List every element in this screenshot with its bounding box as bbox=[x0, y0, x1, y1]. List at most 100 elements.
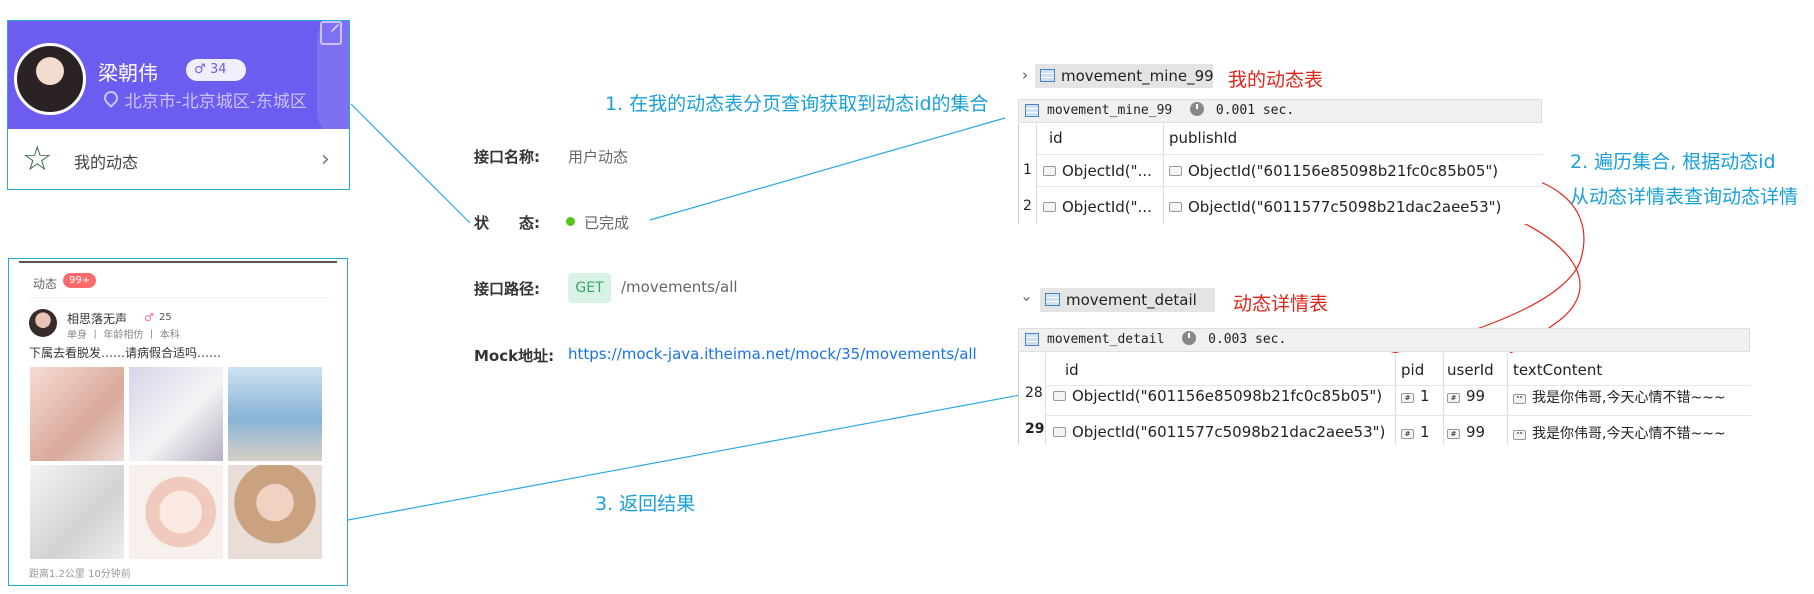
row-number: 2 bbox=[1023, 198, 1032, 214]
row-number: 1 bbox=[1023, 162, 1032, 178]
api-name-value: 用户动态 bbox=[568, 148, 629, 166]
post-author-meta: 单身 丨 年龄相仿 丨 本科 bbox=[67, 330, 180, 341]
chevron-right-icon: › bbox=[321, 147, 330, 172]
table-cell[interactable]: #1 bbox=[1401, 387, 1430, 405]
api-name-label: 接口名称: bbox=[474, 148, 540, 166]
post-photo[interactable] bbox=[30, 367, 124, 461]
profile-card: 梁朝伟 ♂ 34 北京市-北京城区-东城区 ☆ 我的动态 › bbox=[7, 20, 350, 190]
column-header[interactable]: pid bbox=[1401, 361, 1424, 379]
api-mock-label: Mock地址: bbox=[474, 347, 555, 365]
clock-icon bbox=[1182, 331, 1197, 345]
elapsed-time: 0.003 sec. bbox=[1208, 332, 1287, 347]
table-icon bbox=[1025, 333, 1039, 346]
age-badge: ♂ 34 bbox=[186, 59, 246, 81]
api-path-value: /movements/all bbox=[621, 278, 738, 296]
row-number: 28 bbox=[1025, 385, 1043, 401]
status-dot-icon bbox=[566, 217, 575, 226]
objectid-icon bbox=[1169, 166, 1182, 176]
table-cell[interactable]: #99 bbox=[1447, 423, 1485, 441]
result-bar-mine: movement_mine_99 0.001 sec. bbox=[1018, 99, 1542, 123]
column-header[interactable]: publishId bbox=[1169, 129, 1237, 147]
connector-status-to-mine-table bbox=[649, 117, 1006, 221]
api-mock-link[interactable]: https://mock-java.itheima.net/mock/35/mo… bbox=[568, 345, 977, 363]
annotation-step-2-line-1: 2. 遍历集合, 根据动态id bbox=[1570, 151, 1776, 173]
table-cell[interactable]: ObjectId("601156e85098b21fc0c85b05") bbox=[1169, 162, 1498, 180]
feed-count-badge: 99+ bbox=[63, 273, 97, 288]
number-type-icon: # bbox=[1401, 429, 1414, 439]
table-icon bbox=[1045, 293, 1060, 306]
api-status-label: 状 态: bbox=[474, 214, 540, 232]
result-grid-mine: id publishId 1 ObjectId("... ObjectId("6… bbox=[1018, 124, 1543, 224]
result-name: movement_mine_99 bbox=[1047, 103, 1173, 118]
annotation-mine-table: 我的动态表 bbox=[1228, 69, 1324, 91]
post-photo[interactable] bbox=[228, 465, 322, 559]
expand-arrow-icon[interactable]: › bbox=[1018, 296, 1036, 302]
age-value: 34 bbox=[210, 62, 227, 77]
elapsed-time: 0.001 sec. bbox=[1215, 103, 1295, 118]
row-number: 29 bbox=[1025, 421, 1045, 437]
clock-icon bbox=[1190, 102, 1205, 116]
column-header[interactable]: userId bbox=[1447, 361, 1494, 379]
annotation-step-1: 1. 在我的动态表分页查询获取到动态id的集合 bbox=[605, 93, 989, 115]
feed-tab[interactable]: 动态 bbox=[33, 275, 57, 292]
number-type-icon: # bbox=[1447, 393, 1460, 403]
result-grid-detail: id pid userId textContent 28 ObjectId("6… bbox=[1018, 353, 1751, 445]
male-icon: ♂ bbox=[194, 62, 206, 77]
table-cell[interactable]: ObjectId("601156e85098b21fc0c85b05") bbox=[1053, 387, 1382, 405]
post-photo[interactable] bbox=[129, 465, 223, 559]
number-type-icon: # bbox=[1447, 429, 1460, 439]
table-cell[interactable]: ObjectId("... bbox=[1043, 198, 1152, 216]
objectid-icon bbox=[1043, 202, 1056, 212]
table-cell[interactable]: #1 bbox=[1401, 423, 1430, 441]
feed-top-divider bbox=[19, 261, 337, 263]
post-author-name: 相思落无声 bbox=[67, 312, 128, 326]
connector-card-to-status bbox=[350, 103, 471, 224]
my-moments-menu-item[interactable]: ☆ 我的动态 › bbox=[8, 131, 349, 189]
objectid-icon bbox=[1053, 391, 1066, 401]
post-author-avatar[interactable] bbox=[29, 309, 57, 337]
avatar[interactable] bbox=[14, 43, 86, 115]
post-photo[interactable] bbox=[129, 367, 223, 461]
collection-tab-mine[interactable]: movement_mine_99 bbox=[1035, 64, 1214, 88]
table-icon bbox=[1025, 104, 1039, 117]
table-cell[interactable]: ObjectId("... bbox=[1043, 162, 1152, 180]
result-bar-detail: movement_detail 0.003 sec. bbox=[1018, 328, 1750, 352]
objectid-icon bbox=[1053, 427, 1066, 437]
annotation-detail-table: 动态详情表 bbox=[1233, 293, 1329, 315]
feed-card: 动态 99+ 相思落无声 ♂ 25 单身 丨 年龄相仿 丨 本科 下属去看脱发…… bbox=[8, 258, 348, 586]
table-icon bbox=[1040, 69, 1055, 82]
api-path-label: 接口路径: bbox=[474, 280, 540, 298]
collection-name: movement_mine_99 bbox=[1061, 67, 1214, 85]
api-status-value: 已完成 bbox=[584, 214, 630, 232]
female-icon: ♂ bbox=[144, 311, 154, 324]
post-author-age: 25 bbox=[159, 312, 172, 323]
objectid-icon bbox=[1043, 166, 1056, 176]
post-photo[interactable] bbox=[228, 367, 322, 461]
post-text: 下属去看脱发……请病假合适吗…… bbox=[29, 346, 222, 360]
table-cell[interactable]: ObjectId("6011577c5098b21dac2aee53") bbox=[1053, 423, 1385, 441]
result-name: movement_detail bbox=[1047, 332, 1165, 347]
string-type-icon: "" bbox=[1513, 394, 1526, 404]
collection-tab-detail[interactable]: movement_detail bbox=[1040, 288, 1215, 312]
location-value: 北京市-北京城区-东城区 bbox=[124, 92, 307, 112]
column-header[interactable]: id bbox=[1065, 361, 1079, 379]
http-method-badge: GET bbox=[568, 273, 611, 303]
collection-name: movement_detail bbox=[1066, 291, 1197, 309]
collapse-arrow-icon[interactable]: › bbox=[1022, 66, 1028, 84]
profile-header: 梁朝伟 ♂ 34 北京市-北京城区-东城区 bbox=[8, 21, 349, 141]
column-header[interactable]: id bbox=[1049, 129, 1063, 147]
user-name: 梁朝伟 bbox=[98, 61, 158, 85]
annotation-step-3: 3. 返回结果 bbox=[595, 493, 696, 515]
table-cell[interactable]: ObjectId("6011577c5098b21dac2aee53") bbox=[1169, 198, 1501, 216]
my-moments-label: 我的动态 bbox=[74, 153, 139, 172]
post-photo[interactable] bbox=[30, 465, 124, 559]
post-footer: 距离1.2公里 10分钟前 bbox=[29, 569, 131, 580]
number-type-icon: # bbox=[1401, 393, 1414, 403]
table-cell[interactable]: #99 bbox=[1447, 387, 1485, 405]
table-cell[interactable]: "" 我是你伟哥,今天心情不错~~~ bbox=[1513, 387, 1726, 407]
edit-icon[interactable] bbox=[320, 21, 342, 45]
column-header[interactable]: textContent bbox=[1513, 361, 1602, 379]
star-icon: ☆ bbox=[22, 139, 53, 179]
objectid-icon bbox=[1169, 202, 1182, 212]
table-cell[interactable]: "" 我是你伟哥,今天心情不错~~~ bbox=[1513, 423, 1726, 443]
